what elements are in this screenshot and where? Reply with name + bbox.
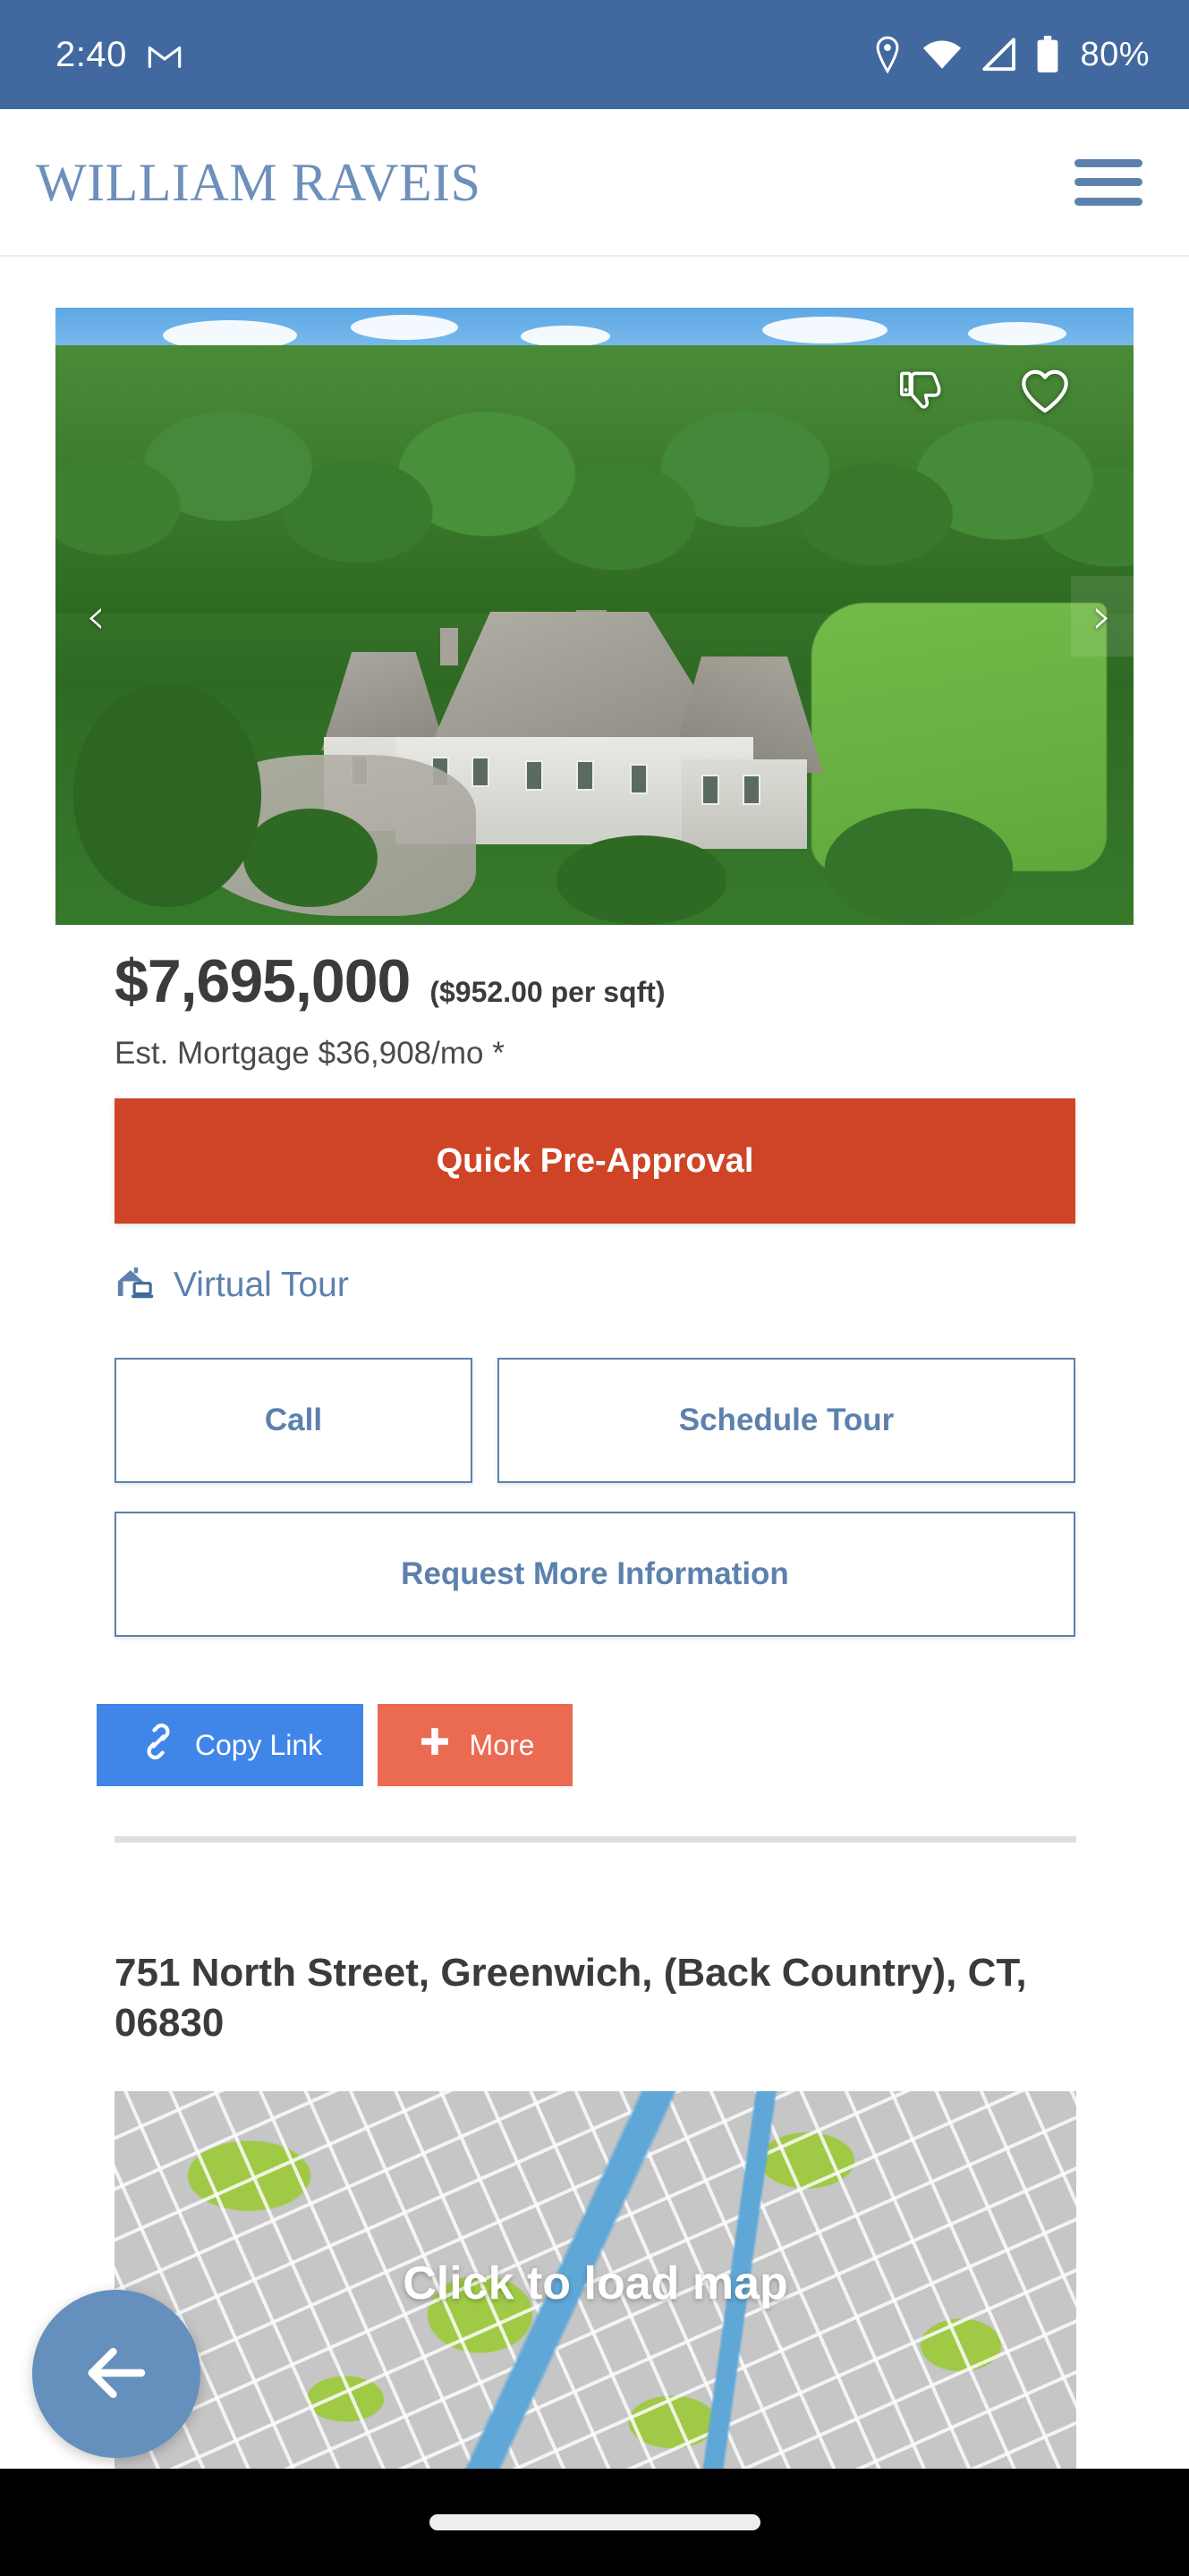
shrub	[73, 683, 261, 907]
battery-percentage: 80%	[1080, 35, 1150, 73]
copy-link-button[interactable]: Copy Link	[97, 1704, 363, 1786]
window	[630, 764, 648, 794]
request-more-information-button[interactable]: Request More Information	[115, 1512, 1075, 1637]
virtual-tour-label: Virtual Tour	[174, 1265, 349, 1304]
back-button[interactable]	[32, 2290, 200, 2458]
property-photo-gallery[interactable]: ‹ ›	[55, 308, 1134, 925]
thumbs-down-icon[interactable]	[896, 367, 946, 417]
brand-logo[interactable]: WILLIAM RAVEIS	[36, 156, 481, 209]
map-load-label: Click to load map	[403, 2258, 788, 2309]
shrub	[825, 809, 1013, 925]
cloud	[762, 317, 888, 343]
gallery-next-button[interactable]: ›	[1071, 576, 1134, 657]
hamburger-line	[1074, 197, 1142, 206]
mortgage-estimate: Est. Mortgage $36,908/mo *	[115, 1036, 505, 1071]
home-indicator[interactable]	[429, 2514, 760, 2530]
shrub	[243, 809, 378, 907]
window	[576, 760, 594, 791]
gallery-prev-button[interactable]: ‹	[64, 576, 127, 657]
link-chain-icon	[138, 1721, 179, 1769]
share-row: Copy Link More	[97, 1704, 573, 1786]
price-per-sqft: ($952.00 per sqft)	[429, 976, 666, 1008]
cellular-signal-icon	[981, 38, 1017, 72]
shrub	[556, 835, 726, 925]
quick-pre-approval-button[interactable]: Quick Pre-Approval	[115, 1098, 1075, 1224]
status-bar-left: 2:40	[55, 35, 183, 75]
app-header: WILLIAM RAVEIS	[0, 109, 1189, 257]
map-placeholder[interactable]: Click to load map	[115, 2091, 1076, 2476]
status-bar-right: 80%	[872, 36, 1150, 74]
window	[525, 760, 543, 791]
window	[701, 775, 719, 805]
hamburger-line	[1074, 178, 1142, 186]
more-label: More	[469, 1728, 535, 1761]
section-divider	[115, 1836, 1076, 1843]
cloud	[968, 322, 1066, 345]
heart-icon[interactable]	[1019, 367, 1071, 417]
listing-price: $7,695,000	[115, 947, 411, 1015]
cloud	[351, 315, 458, 340]
battery-icon	[1036, 36, 1059, 73]
window	[471, 757, 489, 787]
roof-section	[321, 652, 446, 750]
property-detail-screen: 2:40 80% WILLIAM RAVEIS ‹ › $7,695,000 (…	[0, 0, 1189, 2576]
window	[743, 775, 760, 805]
cloud	[521, 326, 610, 347]
status-bar: 2:40 80%	[0, 0, 1189, 109]
wifi-icon	[921, 38, 963, 71]
more-share-button[interactable]: More	[378, 1704, 573, 1786]
chimney	[440, 628, 458, 665]
arrow-left-icon	[79, 2335, 154, 2413]
call-button[interactable]: Call	[115, 1358, 472, 1483]
hamburger-menu-icon[interactable]	[1074, 158, 1142, 206]
schedule-tour-button[interactable]: Schedule Tour	[497, 1358, 1075, 1483]
location-pin-icon	[872, 36, 903, 73]
plus-icon	[416, 1723, 454, 1767]
property-address: 751 North Street, Greenwich, (Back Count…	[115, 1951, 1027, 2046]
price-row: $7,695,000 ($952.00 per sqft)	[115, 946, 1189, 1016]
photo-action-buttons	[896, 367, 1071, 417]
virtual-tour-link[interactable]: Virtual Tour	[115, 1263, 349, 1307]
hamburger-line	[1074, 158, 1142, 167]
clock: 2:40	[55, 34, 127, 74]
house-laptop-icon	[115, 1263, 157, 1307]
gmail-icon	[147, 39, 183, 70]
system-navigation-bar	[0, 2469, 1189, 2576]
copy-link-label: Copy Link	[194, 1728, 323, 1761]
